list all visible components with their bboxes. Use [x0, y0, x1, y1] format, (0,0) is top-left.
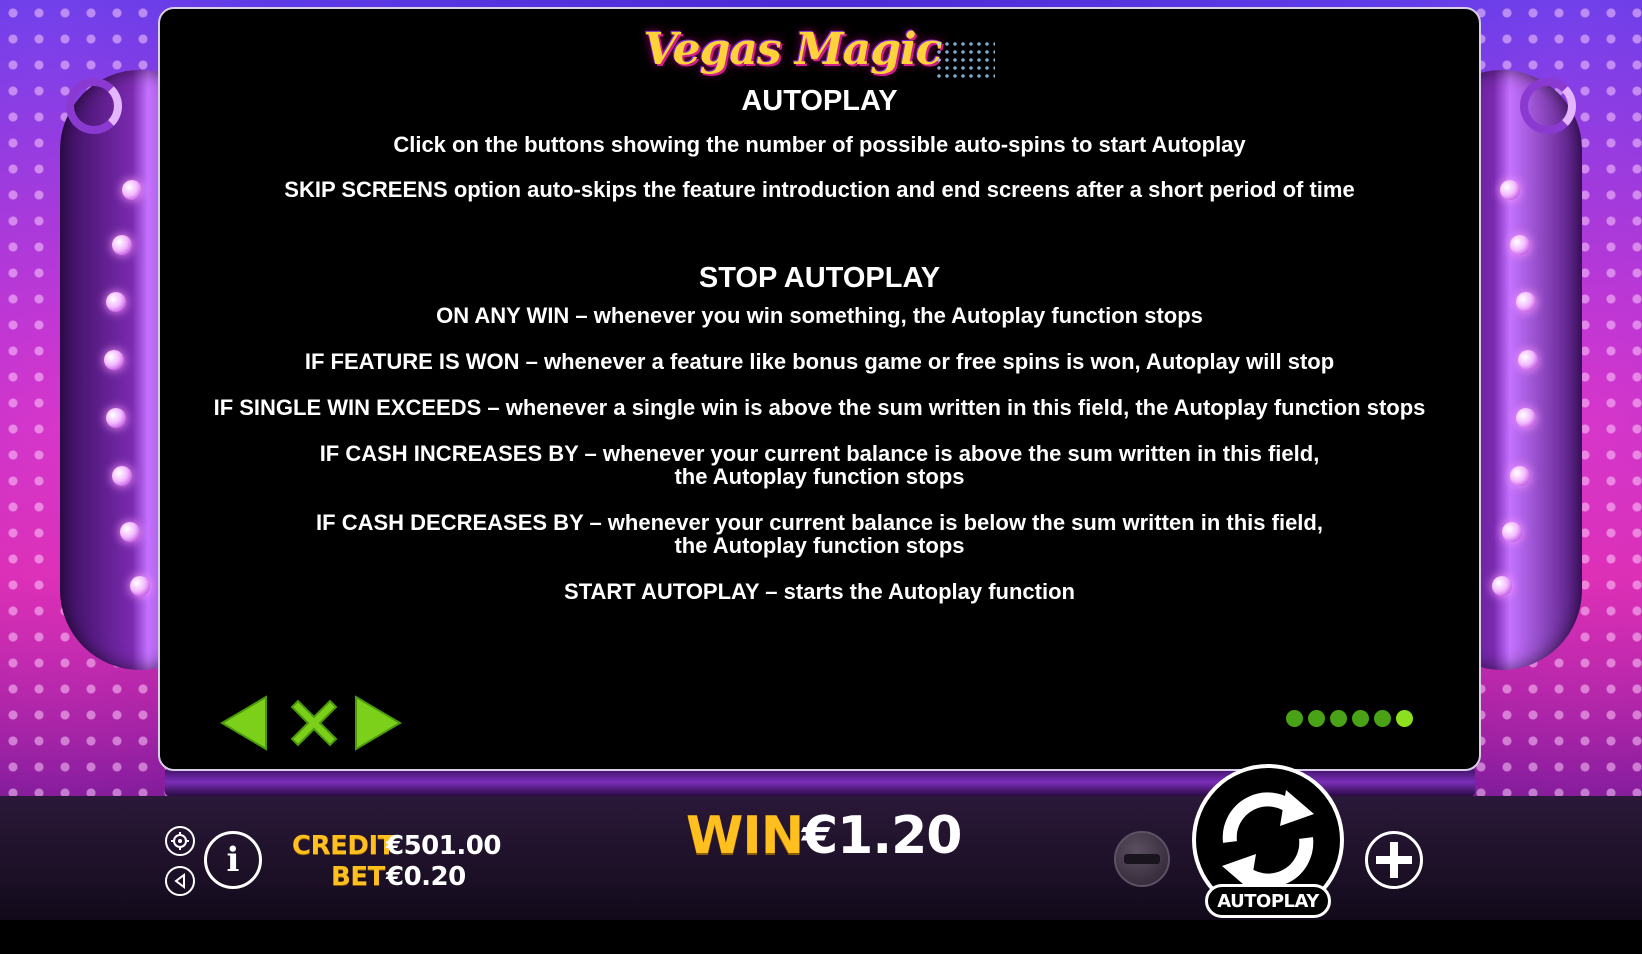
- next-page-button[interactable]: [354, 695, 402, 756]
- close-help-button[interactable]: [286, 695, 342, 756]
- sound-button[interactable]: [165, 866, 195, 896]
- bulb: [1516, 292, 1536, 312]
- help-panel: Vegas Magic AUTOPLAY Click on the button…: [158, 7, 1481, 771]
- bulb: [1510, 235, 1530, 255]
- minus-icon: [1124, 854, 1160, 864]
- bulb: [1518, 350, 1538, 370]
- credit-value: €501.00: [386, 831, 501, 861]
- page-dot[interactable]: [1352, 710, 1369, 727]
- logo-text: Vegas Magic: [643, 24, 943, 75]
- bet-decrease-button[interactable]: [1114, 831, 1170, 887]
- arrow-left-icon: [220, 695, 267, 751]
- bulb: [112, 466, 132, 486]
- text-on-any-win: ON ANY WIN – whenever you win something,…: [436, 303, 1203, 328]
- heading-autoplay: AUTOPLAY: [741, 85, 898, 117]
- heading-stop-autoplay: STOP AUTOPLAY: [698, 262, 941, 294]
- autoplay-button[interactable]: AUTOPLAY: [1205, 884, 1331, 918]
- bulb: [1510, 466, 1530, 486]
- swirl-ornament-right: [1520, 78, 1576, 134]
- bulb: [1502, 522, 1522, 542]
- bulb: [106, 408, 126, 428]
- arrow-right-icon: [355, 695, 402, 751]
- sparkle-icon: [935, 39, 996, 80]
- gear-icon: [171, 832, 189, 850]
- bulb: [120, 522, 140, 542]
- text-start-autoplay: START AUTOPLAY – starts the Autoplay fun…: [564, 579, 1075, 604]
- text-skip-screens: SKIP SCREENS option auto-skips the featu…: [284, 177, 1355, 202]
- bulb: [1492, 576, 1512, 596]
- info-button[interactable]: i: [204, 831, 262, 889]
- bet-label: BET: [331, 862, 385, 892]
- credit-label: CREDIT: [292, 831, 395, 861]
- footer-strip: [0, 920, 1642, 954]
- text-if-feature-won: IF FEATURE IS WON – whenever a feature l…: [304, 349, 1335, 374]
- page-dot[interactable]: [1374, 710, 1391, 727]
- page-dot[interactable]: [1308, 710, 1325, 727]
- text-cash-decreases: IF CASH DECREASES BY – whenever your cur…: [316, 510, 1323, 558]
- spin-arrows-icon: [1222, 790, 1314, 890]
- bulb: [1516, 408, 1536, 428]
- win-label: WIN: [686, 806, 804, 866]
- bulb: [122, 180, 142, 200]
- plus-icon: [1376, 842, 1412, 878]
- page-dot[interactable]: [1396, 710, 1413, 727]
- game-logo: Vegas Magic: [160, 23, 1479, 80]
- bet-value: €0.20: [386, 862, 466, 892]
- bulb: [104, 350, 124, 370]
- bulb: [1500, 180, 1520, 200]
- page-dot[interactable]: [1330, 710, 1347, 727]
- text-single-win-exceeds: IF SINGLE WIN EXCEEDS – whenever a singl…: [213, 395, 1426, 420]
- swirl-ornament-left: [66, 78, 122, 134]
- text-click-buttons: Click on the buttons showing the number …: [393, 132, 1246, 157]
- prev-page-button[interactable]: [220, 695, 268, 756]
- info-icon: i: [226, 840, 240, 880]
- bulb: [112, 235, 132, 255]
- bet-increase-button[interactable]: [1365, 831, 1423, 889]
- text-cash-increases: IF CASH INCREASES BY – whenever your cur…: [319, 441, 1320, 489]
- bulb: [130, 576, 150, 596]
- page-dot[interactable]: [1286, 710, 1303, 727]
- speaker-icon: [174, 873, 185, 889]
- page-indicator: [1286, 710, 1413, 727]
- bulb: [106, 292, 126, 312]
- settings-button[interactable]: [165, 826, 195, 856]
- win-value: €1.20: [802, 806, 962, 866]
- close-x-icon: [290, 699, 338, 747]
